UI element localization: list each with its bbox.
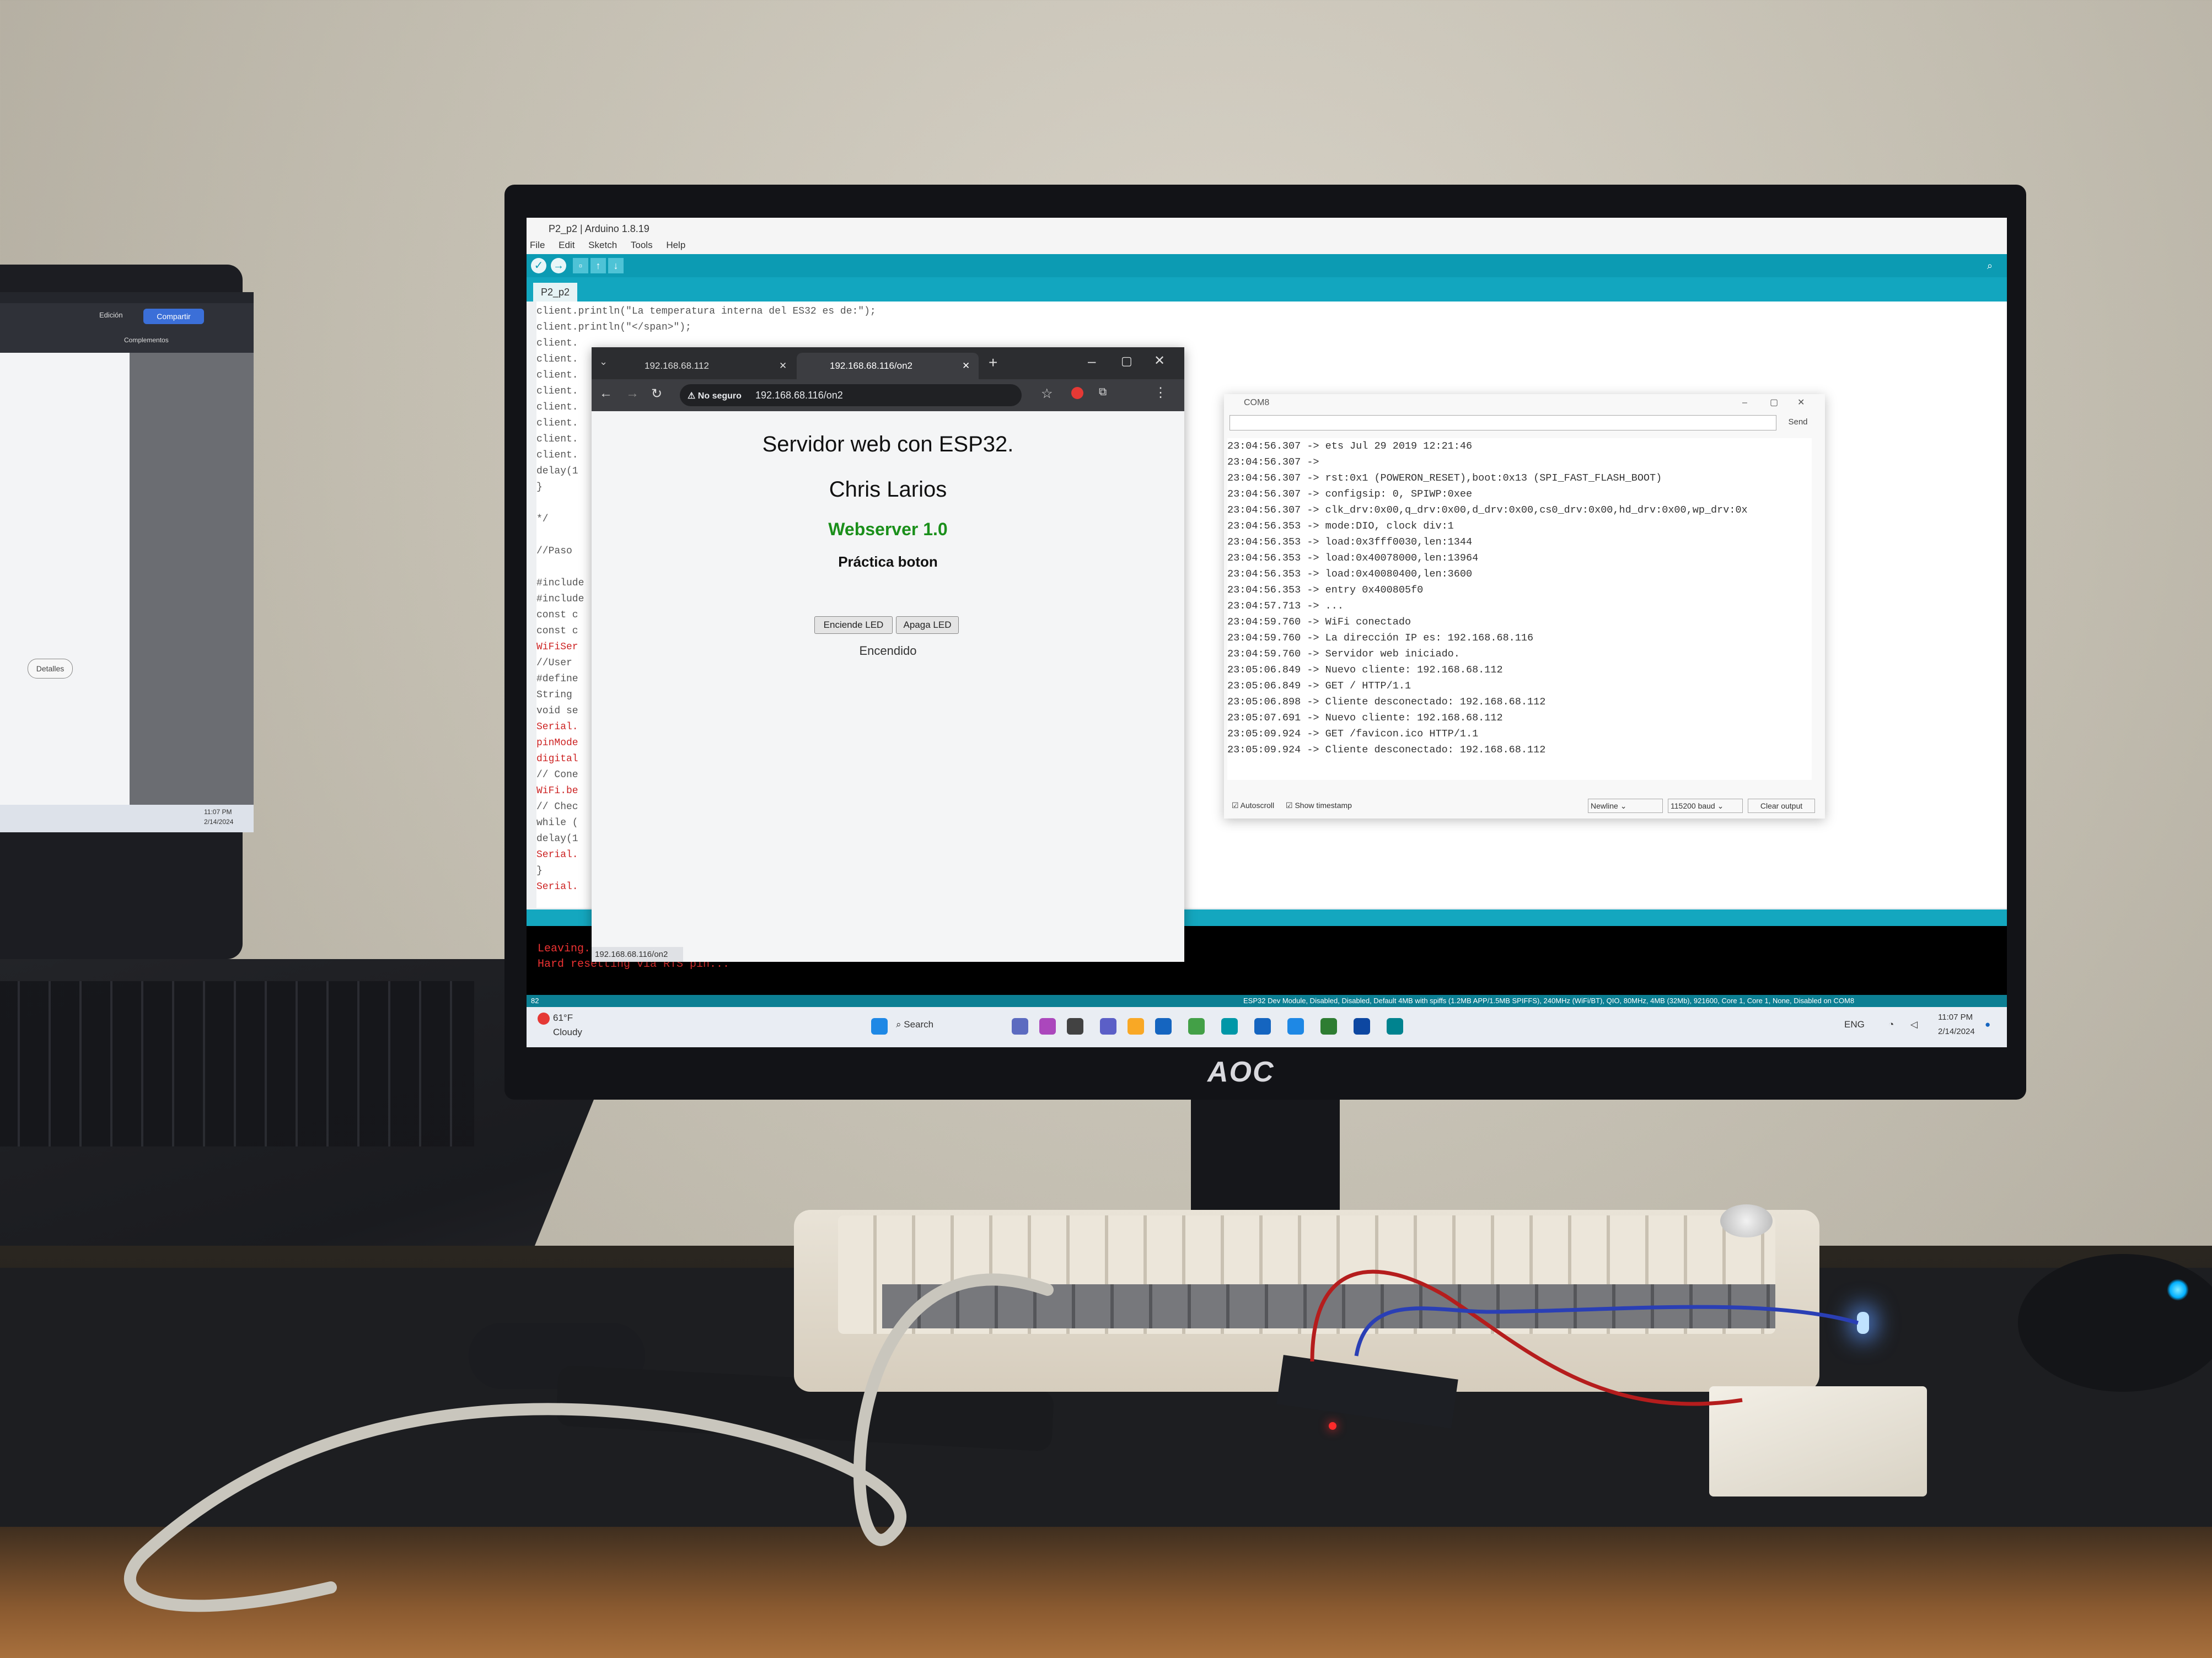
usb-cable xyxy=(124,1273,1054,1612)
red-jumper-wire xyxy=(1310,1269,1743,1406)
blue-jumper-wire xyxy=(1354,1305,1859,1356)
wires-overlay xyxy=(124,1269,1859,1612)
